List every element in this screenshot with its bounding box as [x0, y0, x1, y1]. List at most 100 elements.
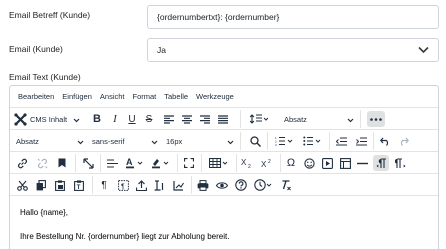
toolbar-row-3: A X2 X2 Ω: [10, 152, 438, 174]
print-icon[interactable]: [196, 177, 210, 193]
paste-icon[interactable]: [53, 177, 67, 193]
align-right-icon[interactable]: [198, 111, 212, 127]
indent-icon[interactable]: [354, 133, 368, 149]
svg-text:3: 3: [275, 143, 277, 146]
align-left-text-icon[interactable]: [105, 155, 119, 171]
svg-text:A: A: [126, 157, 133, 167]
email-label: Email (Kunde): [9, 44, 63, 54]
toolbar-separator: [373, 132, 374, 150]
text-label: Email Text (Kunde): [9, 72, 81, 82]
insert-date-icon[interactable]: [152, 177, 166, 193]
rtl-direction-icon[interactable]: [393, 155, 407, 171]
chevron-down-icon: [347, 116, 354, 125]
underline-icon[interactable]: U: [125, 111, 139, 127]
chevron-down-icon: [77, 138, 84, 147]
bold-icon[interactable]: B: [90, 111, 104, 127]
clock-icon[interactable]: [252, 177, 274, 193]
content-line-message: Ihre Bestellung Nr. {ordernumber} liegt …: [20, 232, 230, 241]
superscript-icon[interactable]: X2: [260, 155, 274, 171]
toolbar-separator: [360, 110, 361, 128]
chevron-down-icon: [73, 116, 80, 125]
clear-formatting-icon[interactable]: [279, 177, 293, 193]
help-icon[interactable]: [233, 177, 249, 193]
undo-icon[interactable]: [378, 133, 392, 149]
emoticons-icon[interactable]: [302, 155, 316, 171]
code-sample-icon[interactable]: [171, 177, 185, 193]
editor-content-area[interactable]: Hallo {name}, Ihre Bestellung Nr. {order…: [10, 196, 438, 249]
email-select[interactable]: Ja: [147, 38, 439, 62]
font-size-dropdown[interactable]: 16px: [166, 133, 234, 149]
toolbar-separator: [267, 132, 268, 150]
font-size-value: 16px: [166, 136, 183, 146]
italic-icon[interactable]: I: [108, 111, 122, 127]
toolbar-separator: [329, 132, 330, 150]
subject-label: Email Betreff (Kunde): [9, 10, 91, 20]
toolbar-row-4: T ¶ ¶: [10, 174, 438, 196]
search-icon[interactable]: [248, 133, 262, 149]
toolbar-row-2: Absatz sans-serif 16px 123: [10, 130, 438, 152]
align-left-icon[interactable]: [162, 111, 176, 127]
toolbar-separator: [240, 132, 241, 150]
toolbar-separator: [92, 176, 93, 194]
fullscreen-icon[interactable]: [182, 155, 196, 171]
special-character-icon[interactable]: Ω: [284, 155, 298, 171]
toolbar-row-1: CMS Inhalt B I U S Absatz: [10, 108, 438, 130]
line-height-icon[interactable]: [248, 111, 270, 127]
font-family-value: sans-serif: [92, 136, 125, 146]
align-justify-icon[interactable]: [216, 111, 230, 127]
table-icon[interactable]: [207, 155, 231, 171]
toolbar-separator: [191, 176, 192, 194]
more-options-icon[interactable]: [367, 111, 385, 127]
upload-icon[interactable]: [134, 177, 148, 193]
block-format-dropdown[interactable]: Absatz: [16, 133, 84, 149]
menu-insert[interactable]: Einfügen: [58, 92, 96, 101]
menu-tools[interactable]: Werkzeuge: [192, 92, 238, 101]
cms-content-dropdown[interactable]: CMS Inhalt: [14, 111, 80, 127]
outdent-icon[interactable]: [334, 133, 348, 149]
subject-input[interactable]: {ordernumbertxt}: {ordernumber}: [147, 5, 439, 29]
visual-blocks-icon[interactable]: ¶: [116, 177, 130, 193]
svg-text:X: X: [261, 160, 267, 168]
toolbar-separator: [177, 154, 178, 172]
menu-table[interactable]: Tabelle: [160, 92, 192, 101]
toolbar-separator: [100, 154, 101, 172]
template-icon[interactable]: [338, 155, 352, 171]
subscript-icon[interactable]: X2: [240, 155, 254, 171]
bullet-list-icon[interactable]: [301, 133, 323, 149]
cut-icon[interactable]: [15, 177, 29, 193]
text-color-icon[interactable]: A: [124, 155, 146, 171]
unlink-icon[interactable]: [35, 155, 49, 171]
rich-text-editor[interactable]: Bearbeiten Einfügen Ansicht Format Tabel…: [9, 85, 439, 249]
align-center-icon[interactable]: [180, 111, 194, 127]
copy-icon[interactable]: [34, 177, 48, 193]
highlight-color-icon[interactable]: [150, 155, 172, 171]
media-icon[interactable]: [320, 155, 334, 171]
svg-text:T: T: [77, 185, 81, 191]
preview-icon[interactable]: [215, 177, 229, 193]
block-format-value: Absatz: [16, 136, 39, 146]
font-family-dropdown[interactable]: sans-serif: [92, 133, 158, 149]
chevron-down-icon: [418, 46, 429, 56]
paragraph-format-dropdown[interactable]: Absatz: [284, 111, 354, 127]
toolbar-separator: [236, 154, 237, 172]
ltr-direction-icon[interactable]: [373, 155, 389, 171]
numbered-list-icon[interactable]: 123: [273, 133, 295, 149]
menu-view[interactable]: Ansicht: [96, 92, 129, 101]
menu-format[interactable]: Format: [129, 92, 161, 101]
bookmark-icon[interactable]: [55, 155, 69, 171]
toolbar-separator: [280, 154, 281, 172]
strikethrough-icon[interactable]: S: [142, 111, 156, 127]
chevron-down-icon: [151, 138, 158, 147]
menu-edit[interactable]: Bearbeiten: [14, 92, 58, 101]
toolbar-separator: [240, 110, 241, 128]
chevron-down-icon: [227, 138, 234, 147]
image-icon[interactable]: [81, 155, 95, 171]
visual-chars-icon[interactable]: ¶: [97, 177, 111, 193]
redo-icon[interactable]: [396, 133, 410, 149]
toolbar-separator: [75, 154, 76, 172]
link-icon[interactable]: [15, 155, 29, 171]
horizontal-line-icon[interactable]: [355, 155, 369, 171]
paste-text-icon[interactable]: T: [72, 177, 86, 193]
joomla-icon: [14, 112, 27, 126]
subject-value: {ordernumbertxt}: {ordernumber}: [157, 12, 280, 22]
